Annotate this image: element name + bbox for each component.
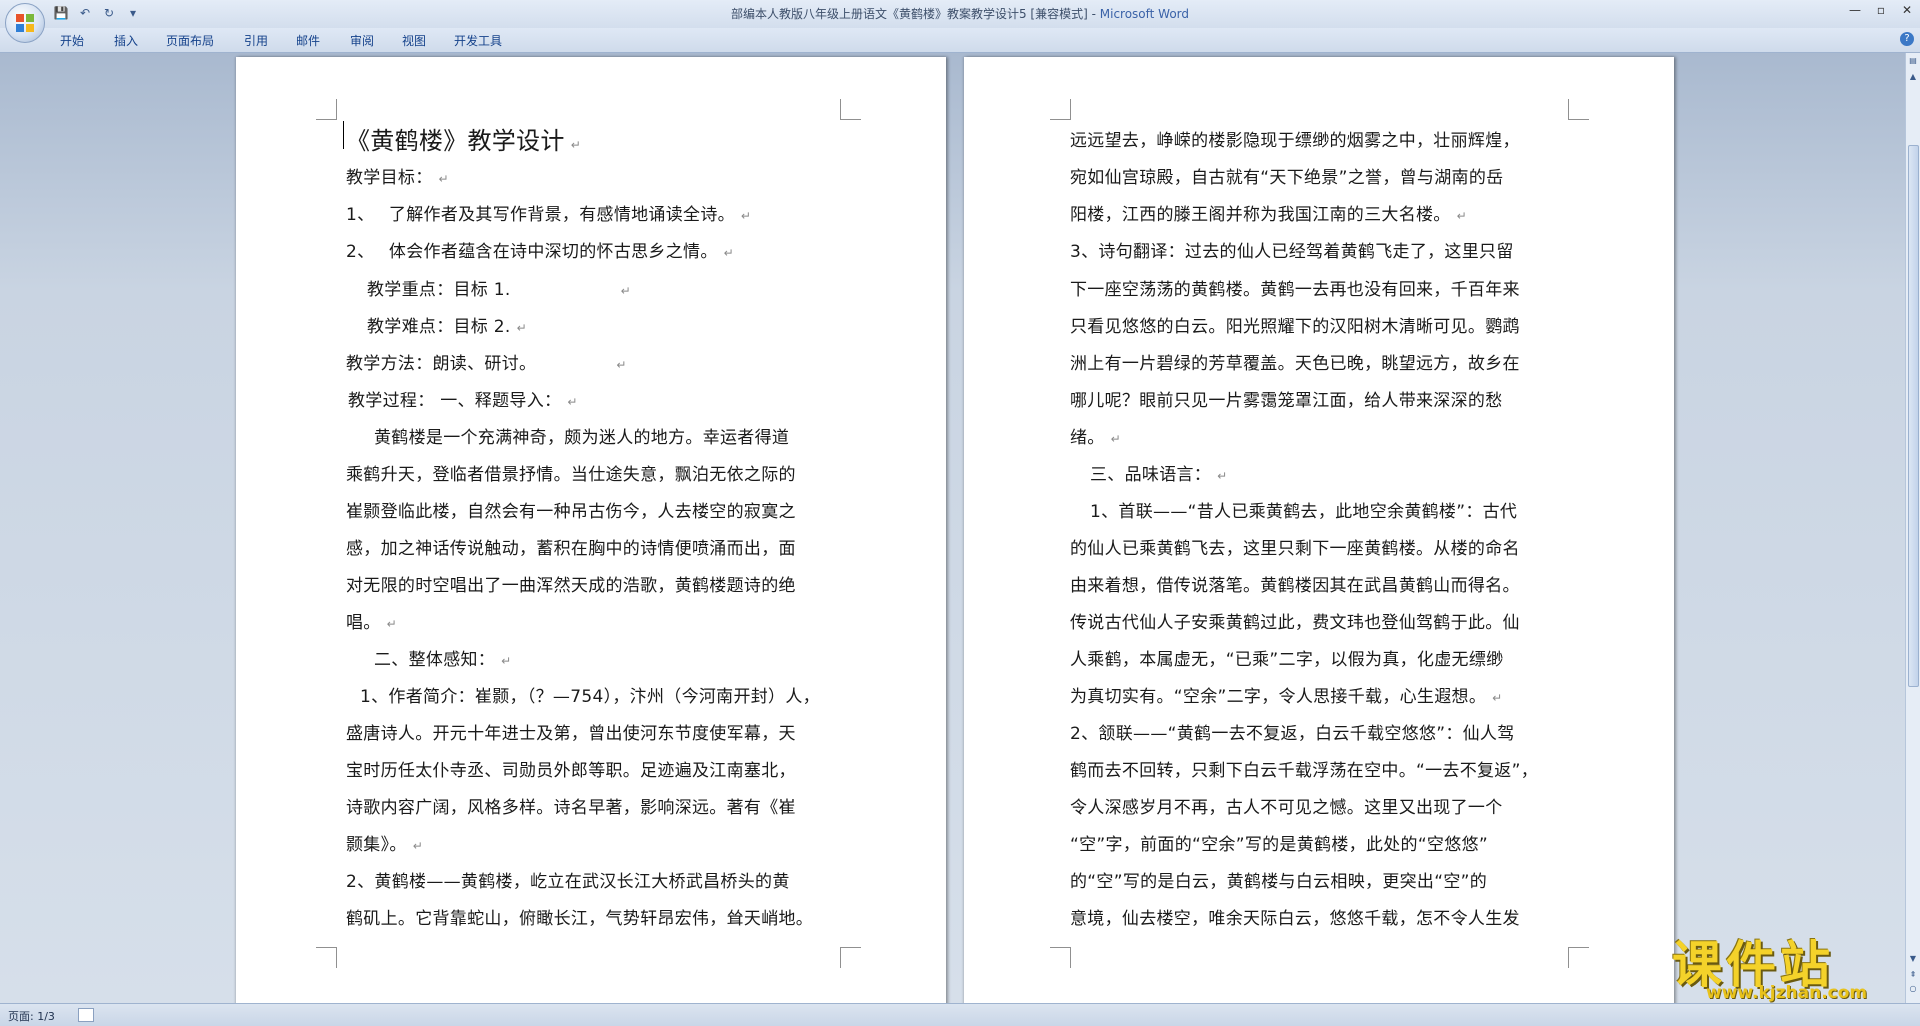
text-line: 教学过程： 一、释题导入： ↵: [348, 391, 578, 411]
maximize-button[interactable]: ▫: [1868, 0, 1894, 20]
help-icon[interactable]: ?: [1900, 32, 1914, 46]
ribbon-tab-bar: 开始 插入 页面布局 引用 邮件 审阅 视图 开发工具 ?: [0, 28, 1920, 53]
crop-mark: [1050, 947, 1071, 968]
tab-home[interactable]: 开始: [54, 31, 90, 50]
watermark-url: www.kjzhan.com: [1706, 983, 1868, 1003]
text-line: 感，加之神话传说触动，蓄积在胸中的诗情便喷涌而出，面: [346, 539, 796, 559]
text-line: 教学难点：目标 2. ↵: [367, 317, 527, 337]
text-line: 的仙人已乘黄鹤飞去，这里只剩下一座黄鹤楼。从楼的命名: [1070, 539, 1520, 559]
crop-mark: [840, 99, 861, 120]
tab-references[interactable]: 引用: [238, 31, 274, 50]
crop-mark: [840, 947, 861, 968]
window-controls: — ▫ ✕: [1842, 0, 1920, 20]
text-line: 阳楼，江西的滕王阁并称为我国江南的三大名楼。 ↵: [1070, 205, 1467, 225]
text-line: 唱。 ↵: [346, 613, 397, 633]
text-line: 乘鹤升天，登临者借景抒情。当仕途失意，飘泊无依之际的: [346, 465, 796, 485]
tab-review[interactable]: 审阅: [344, 31, 380, 50]
text-line: 黄鹤楼是一个充满神奇，颇为迷人的地方。幸运者得道: [374, 428, 790, 448]
office-button[interactable]: [5, 3, 45, 43]
text-line: 只看见悠悠的白云。阳光照耀下的汉阳树木清晰可见。鹦鹉: [1070, 317, 1520, 337]
text-line: 2、黄鹤楼——黄鹤楼，屹立在武汉长江大桥武昌桥头的黄: [346, 872, 790, 892]
office-logo-icon: [16, 14, 34, 32]
document-page-1[interactable]: 《黄鹤楼》教学设计 ↵ 教学目标： ↵ 1、 了解作者及其写作背景，有感情地诵读全诗…: [236, 57, 946, 1007]
text-line: 意境，仙去楼空，唯余天际白云，悠悠千载，怎不令人生发: [1070, 909, 1520, 929]
status-bar: 页面: 1/3: [0, 1003, 1920, 1026]
scroll-up-icon[interactable]: ▲: [1907, 71, 1919, 83]
text-line: 3、诗句翻译：过去的仙人已经驾着黄鹤飞走了，这里只留: [1070, 242, 1514, 262]
window-title: 部编本人教版八年级上册语文《黄鹤楼》教案教学设计5 [兼容模式] - Micro…: [0, 5, 1920, 22]
text-line: 1、作者简介：崔颢，（？—754），汴州（今河南开封）人，: [360, 687, 820, 707]
text-line: 2、颔联——“黄鹤一去不复返，白云千载空悠悠”：仙人驾: [1070, 724, 1515, 744]
text-line: 为真切实有。“空余”二字，令人思接千载，心生遐想。 ↵: [1070, 687, 1503, 707]
text-line: 绪。 ↵: [1070, 428, 1121, 448]
text-line: 令人深感岁月不再，古人不可见之憾。这里又出现了一个: [1070, 798, 1503, 818]
crop-mark: [316, 947, 337, 968]
crop-mark: [1568, 947, 1589, 968]
text-line: 教学重点：目标 1. ↵: [367, 280, 631, 300]
proofing-icon[interactable]: [78, 1008, 94, 1022]
text-line: 传说古代仙人子安乘黄鹤过此，费文玮也登仙驾鹤于此。仙: [1070, 613, 1520, 633]
text-line: 教学目标： ↵: [346, 168, 449, 188]
tab-view[interactable]: 视图: [396, 31, 432, 50]
text-line: 由来着想，借传说落笔。黄鹤楼因其在武昌黄鹤山而得名。: [1070, 576, 1520, 596]
text-line: 三、品味语言： ↵: [1090, 465, 1228, 485]
minimize-button[interactable]: —: [1842, 0, 1868, 20]
text-line: 教学方法：朗读、研讨。 ↵: [346, 354, 627, 374]
tab-developer[interactable]: 开发工具: [448, 31, 508, 50]
page-count-status[interactable]: 页面: 1/3: [8, 1008, 55, 1024]
text-line: 鹤矶上。它背靠蛇山，俯瞰长江，气势轩昂宏伟，耸天峭地。: [346, 909, 814, 929]
text-cursor: [343, 121, 344, 149]
text-line: 的“空”写的是白云，黄鹤楼与白云相映，更突出“空”的: [1070, 872, 1488, 892]
text-line: 远远望去，峥嵘的楼影隐现于缥缈的烟雾之中，壮丽辉煌，: [1070, 131, 1520, 151]
text-line: 哪儿呢？眼前只见一片雾霭笼罩江面，给人带来深深的愁: [1070, 391, 1503, 411]
text-line: 崔颢登临此楼，自然会有一种吊古伤今，人去楼空的寂寞之: [346, 502, 796, 522]
text-line: 1、首联——“昔人已乘黄鹤去，此地空余黄鹤楼”：古代: [1090, 502, 1518, 522]
crop-mark: [1568, 99, 1589, 120]
text-line: 2、 体会作者蕴含在诗中深切的怀古思乡之情。 ↵: [346, 242, 734, 262]
text-line: 人乘鹤，本属虚无，“已乘”二字，以假为真，化虚无缥缈: [1070, 650, 1504, 670]
text-line: 颢集》。 ↵: [346, 835, 424, 855]
document-page-2[interactable]: 远远望去，峥嵘的楼影隐现于缥缈的烟雾之中，壮丽辉煌， 宛如仙宫琼殿，自古就有“天…: [964, 57, 1674, 1007]
scrollbar-thumb[interactable]: [1908, 145, 1919, 687]
ruler-toggle-icon[interactable]: ▤: [1907, 55, 1919, 67]
text-line: 诗歌内容广阔，风格多样。诗名早著，影响深远。著有《崔: [346, 798, 796, 818]
crop-mark: [1050, 99, 1071, 120]
text-line: 宛如仙宫琼殿，自古就有“天下绝景”之誉，曾与湖南的岳: [1070, 168, 1504, 188]
text-line: 宝时历任太仆寺丞、司勋员外郎等职。足迹遍及江南塞北，: [346, 761, 796, 781]
document-title-line: 《黄鹤楼》教学设计 ↵: [346, 127, 582, 155]
app-name: Microsoft Word: [1099, 7, 1190, 21]
crop-mark: [316, 99, 337, 120]
close-button[interactable]: ✕: [1894, 0, 1920, 20]
text-line: 洲上有一片碧绿的芳草覆盖。天色已晚，眺望远方，故乡在: [1070, 354, 1520, 374]
text-line: 鹤而去不回转，只剩下白云千载浮荡在空中。“一去不复返”，: [1070, 761, 1539, 781]
vertical-scrollbar[interactable]: ▤ ▲ ▼ ⇞ ○: [1905, 53, 1920, 1003]
text-line: 盛唐诗人。开元十年进士及第，曾出使河东节度使军幕，天: [346, 724, 796, 744]
text-line: 下一座空荡荡的黄鹤楼。黄鹤一去再也没有回来，千百年来: [1070, 280, 1520, 300]
tab-insert[interactable]: 插入: [108, 31, 144, 50]
title-bar: 💾 ↶ ↻ ▾ 部编本人教版八年级上册语文《黄鹤楼》教案教学设计5 [兼容模式]…: [0, 0, 1920, 29]
text-line: 对无限的时空唱出了一曲浑然天成的浩歌，黄鹤楼题诗的绝: [346, 576, 796, 596]
document-title: 部编本人教版八年级上册语文《黄鹤楼》教案教学设计5 [兼容模式] -: [730, 7, 1100, 21]
text-line: 二、整体感知： ↵: [374, 650, 512, 670]
text-line: 1、 了解作者及其写作背景，有感情地诵读全诗。 ↵: [346, 205, 752, 225]
document-workspace: 《黄鹤楼》教学设计 ↵ 教学目标： ↵ 1、 了解作者及其写作背景，有感情地诵读全诗…: [0, 53, 1906, 1007]
text-line: “空”字，前面的“空余”写的是黄鹤楼，此处的“空悠悠”: [1070, 835, 1488, 855]
tab-mailings[interactable]: 邮件: [290, 31, 326, 50]
site-watermark: 课件站 www.kjzhan.com: [1672, 925, 1912, 1003]
tab-page-layout[interactable]: 页面布局: [160, 31, 220, 50]
